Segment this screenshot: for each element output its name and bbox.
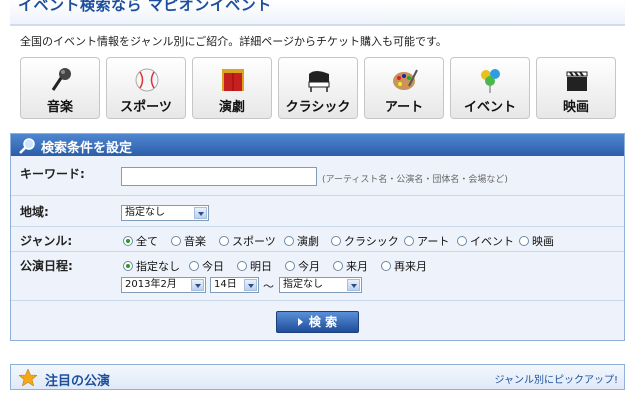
search-panel-title: 検索条件を設定 bbox=[41, 141, 133, 156]
radio-label: 明日 bbox=[250, 260, 272, 273]
palette-icon bbox=[393, 69, 418, 90]
search-panel: 検索条件を設定 キーワード: (アーティスト名・公演名・団体名・会場など) 地域… bbox=[10, 133, 625, 341]
radio-label: イベント bbox=[470, 235, 514, 248]
genre-radio-classic[interactable]: クラシック bbox=[331, 233, 399, 249]
date-radio-next-month[interactable]: 来月 bbox=[333, 258, 368, 274]
radio-dot bbox=[219, 236, 229, 246]
radio-dot bbox=[123, 236, 133, 246]
radio-label: 来月 bbox=[346, 260, 368, 273]
month-select[interactable]: 2013年2月 bbox=[121, 277, 206, 293]
region-label: 地域: bbox=[20, 205, 49, 219]
date-label: 公演日程: bbox=[20, 259, 73, 273]
star-icon bbox=[19, 369, 37, 386]
keyword-input[interactable] bbox=[121, 167, 317, 186]
genre-label: イベント bbox=[463, 100, 516, 115]
intro-text: 全国のイベント情報をジャンル別にご紹介。詳細ページからチケット購入も可能です。 bbox=[20, 35, 447, 48]
genre-radio-all[interactable]: 全て bbox=[123, 233, 158, 249]
radio-label: 指定なし bbox=[136, 260, 180, 273]
radio-label: 今日 bbox=[202, 260, 224, 273]
genre-radio-event[interactable]: イベント bbox=[457, 233, 514, 249]
genre-radio-art[interactable]: アート bbox=[404, 233, 449, 249]
region-select[interactable]: 指定なし bbox=[121, 205, 209, 221]
genre-button-event[interactable]: イベント bbox=[450, 57, 530, 119]
genre-pickup-link[interactable]: ジャンル別にピックアップ! bbox=[494, 371, 618, 386]
radio-label: 映画 bbox=[532, 235, 554, 248]
search-icon bbox=[19, 138, 35, 154]
genre-label: アート bbox=[384, 100, 424, 115]
genre-label-field: ジャンル: bbox=[20, 234, 73, 248]
date-radio-today[interactable]: 今日 bbox=[189, 258, 224, 274]
row-divider bbox=[11, 195, 624, 196]
row-divider bbox=[11, 251, 624, 252]
page-title: イベント検索なら マピオンイベント bbox=[18, 0, 272, 14]
chevron-down-icon bbox=[194, 207, 207, 219]
genre-button-theater[interactable]: 演劇 bbox=[192, 57, 272, 119]
header-bar: イベント検索なら マピオンイベント bbox=[10, 0, 625, 26]
end-date-select[interactable]: 指定なし bbox=[279, 277, 362, 293]
radio-dot bbox=[404, 236, 414, 246]
genre-button-music[interactable]: 音楽 bbox=[20, 57, 100, 119]
genre-radio-music[interactable]: 音楽 bbox=[171, 233, 206, 249]
piano-icon bbox=[308, 71, 330, 92]
radio-dot bbox=[284, 236, 294, 246]
month-select-value: 2013年2月 bbox=[125, 279, 177, 290]
radio-label: 再来月 bbox=[394, 260, 427, 273]
search-button[interactable]: 検 索 bbox=[276, 311, 359, 333]
radio-dot bbox=[123, 261, 133, 271]
radio-dot bbox=[457, 236, 467, 246]
genre-radio-theater[interactable]: 演劇 bbox=[284, 233, 319, 249]
theater-curtain-icon bbox=[222, 69, 244, 91]
radio-label: クラシック bbox=[344, 235, 399, 248]
featured-section-header: 注目の公演 ジャンル別にピックアップ! bbox=[10, 364, 625, 390]
radio-label: 音楽 bbox=[184, 235, 206, 248]
day-select[interactable]: 14日 bbox=[210, 277, 259, 293]
clapperboard-icon bbox=[566, 71, 588, 91]
radio-dot bbox=[285, 261, 295, 271]
radio-dot bbox=[237, 261, 247, 271]
radio-dot bbox=[331, 236, 341, 246]
radio-dot bbox=[189, 261, 199, 271]
microphone-icon bbox=[51, 68, 71, 91]
genre-button-classic[interactable]: クラシック bbox=[278, 57, 358, 119]
date-radio-this-month[interactable]: 今月 bbox=[285, 258, 320, 274]
end-date-select-value: 指定なし bbox=[283, 279, 323, 290]
search-button-label: 検 索 bbox=[308, 315, 338, 329]
radio-label: 演劇 bbox=[297, 235, 319, 248]
day-select-value: 14日 bbox=[214, 279, 237, 290]
range-tilde: 〜 bbox=[263, 280, 274, 293]
radio-label: アート bbox=[417, 235, 450, 248]
genre-button-art[interactable]: アート bbox=[364, 57, 444, 119]
radio-label: 全て bbox=[136, 235, 158, 248]
genre-radio-sports[interactable]: スポーツ bbox=[219, 233, 276, 249]
balloons-icon bbox=[481, 69, 500, 93]
radio-dot bbox=[171, 236, 181, 246]
radio-dot bbox=[519, 236, 529, 246]
region-select-value: 指定なし bbox=[125, 207, 165, 218]
genre-label: 映画 bbox=[562, 100, 589, 115]
row-divider bbox=[11, 300, 624, 301]
search-panel-header: 検索条件を設定 bbox=[11, 134, 624, 156]
genre-label: クラシック bbox=[285, 100, 351, 115]
chevron-down-icon bbox=[347, 279, 360, 291]
radio-label: 今月 bbox=[298, 260, 320, 273]
row-divider bbox=[11, 226, 624, 227]
genre-button-sports[interactable]: スポーツ bbox=[106, 57, 186, 119]
date-radio-none[interactable]: 指定なし bbox=[123, 258, 180, 274]
play-arrow-icon bbox=[297, 318, 303, 326]
genre-label: スポーツ bbox=[120, 100, 172, 115]
date-radio-tomorrow[interactable]: 明日 bbox=[237, 258, 272, 274]
date-radio-month-after[interactable]: 再来月 bbox=[381, 258, 427, 274]
featured-title: 注目の公演 bbox=[45, 374, 111, 389]
genre-radio-movie[interactable]: 映画 bbox=[519, 233, 554, 249]
genre-button-movie[interactable]: 映画 bbox=[536, 57, 616, 119]
radio-dot bbox=[381, 261, 391, 271]
baseball-icon bbox=[135, 68, 159, 92]
chevron-down-icon bbox=[244, 279, 257, 291]
radio-label: スポーツ bbox=[232, 235, 276, 248]
genre-label: 演劇 bbox=[218, 100, 245, 115]
keyword-hint: (アーティスト名・公演名・団体名・会場など) bbox=[322, 175, 508, 185]
genre-label: 音楽 bbox=[46, 100, 73, 115]
radio-dot bbox=[333, 261, 343, 271]
chevron-down-icon bbox=[191, 279, 204, 291]
